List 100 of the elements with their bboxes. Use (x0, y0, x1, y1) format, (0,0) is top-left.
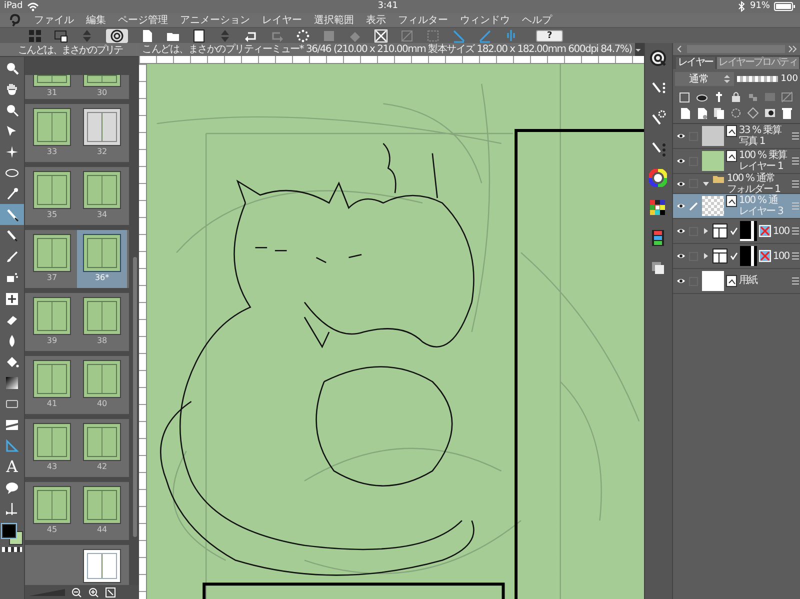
color-wheel-icon[interactable] (649, 169, 668, 187)
layer-row[interactable]: 33 % 乗算 写真 1 (672, 124, 800, 149)
page-thumbnail[interactable] (33, 75, 72, 87)
page-thumbnail[interactable] (83, 360, 122, 398)
transform-icon[interactable] (374, 28, 388, 42)
dotted-circle-icon[interactable] (296, 28, 310, 42)
menu-icon[interactable] (792, 157, 799, 165)
page-thumbnail[interactable] (83, 423, 122, 461)
panel-tab[interactable]: レイヤープロパティ (716, 57, 799, 69)
scrollbar[interactable] (133, 257, 138, 537)
diamond-icon[interactable] (746, 107, 759, 119)
blend-mode-select[interactable]: 通常 (674, 72, 734, 86)
triangle-ruler-icon[interactable] (5, 438, 19, 452)
book-icon[interactable] (192, 28, 206, 42)
dotted-circle-icon[interactable] (730, 107, 742, 119)
menu-icon[interactable] (792, 227, 799, 235)
menu-icon[interactable] (792, 277, 799, 285)
pen-icon[interactable] (5, 208, 19, 222)
layer-row[interactable]: 100 % 乗算 レイヤー 1 (672, 149, 800, 174)
menu-icon[interactable] (792, 180, 799, 188)
duplicate-layer-icon[interactable] (712, 107, 725, 119)
pencil-icon[interactable] (5, 228, 19, 242)
menu-item[interactable]: レイヤー (262, 14, 302, 26)
layer-row[interactable]: 100 (672, 219, 800, 244)
menu-item[interactable]: フィルター (398, 14, 448, 26)
sparkle-icon[interactable] (5, 144, 19, 158)
check-icon (730, 227, 738, 235)
menu-item[interactable]: 選択範囲 (314, 14, 354, 26)
page-thumbnail[interactable] (83, 549, 122, 583)
layer-row[interactable]: 100 (672, 244, 800, 269)
trash-icon[interactable] (780, 107, 793, 119)
mask-layer-icon[interactable] (764, 107, 776, 119)
color-swatch[interactable] (2, 524, 16, 538)
help-button[interactable]: ? (536, 30, 564, 42)
layer-color-icon[interactable] (678, 91, 691, 103)
device-name: iPad (4, 0, 23, 13)
layer-row[interactable]: 100 % 通常 フォルダー 1 (672, 174, 800, 194)
chevron-icon[interactable] (676, 45, 684, 53)
page-thumbnail[interactable] (33, 423, 72, 461)
page-thumbnail[interactable] (33, 360, 72, 398)
menu-item[interactable]: ページ管理 (118, 14, 168, 26)
page-thumbnail[interactable] (83, 75, 122, 87)
page-thumbnail[interactable] (83, 171, 122, 209)
collapsed-caret-icon[interactable] (702, 227, 710, 235)
menu-icon[interactable] (792, 252, 799, 260)
menu-item[interactable]: ヘルプ (522, 14, 552, 26)
monitor-icon[interactable] (54, 28, 68, 42)
check-icon (730, 252, 738, 260)
search-icon[interactable] (649, 49, 668, 67)
menu-item[interactable]: ウィンドウ (460, 14, 510, 26)
eyedropper-icon[interactable] (5, 186, 19, 200)
layer-row[interactable]: 用紙 (672, 269, 800, 294)
page-thumbnail[interactable] (83, 297, 122, 335)
page-thumbnail[interactable] (83, 108, 122, 146)
decoration-icon[interactable] (5, 292, 19, 306)
double-chevron-icon[interactable] (788, 45, 797, 53)
expanded-caret-icon[interactable] (702, 180, 710, 188)
page-thumbnail[interactable] (33, 171, 72, 209)
hand-icon[interactable] (5, 82, 19, 96)
gradient-icon[interactable] (5, 376, 19, 390)
stripes-icon[interactable] (5, 418, 19, 432)
opacity-slider[interactable] (736, 76, 778, 82)
frame-layer-icon (712, 248, 728, 264)
layer-row[interactable]: 100 % 通 レイヤー 3 (672, 194, 800, 219)
menu-item[interactable]: ファイル (34, 14, 74, 26)
page-thumbnail[interactable] (33, 108, 72, 146)
layer-thumbnail (702, 196, 724, 216)
new-layer-icon[interactable] (678, 107, 691, 119)
menu-item[interactable]: アニメーション (180, 14, 250, 26)
menu-icon[interactable] (792, 132, 799, 140)
menu-item[interactable]: 編集 (86, 14, 106, 26)
page-number: 42 (96, 461, 108, 472)
zoom-out-icon[interactable] (71, 586, 82, 598)
collapsed-caret-icon[interactable] (702, 252, 710, 260)
page-thumbnail[interactable] (83, 486, 122, 524)
transparent-swatch[interactable] (2, 547, 22, 552)
layer-name: 用紙 (738, 275, 758, 286)
magnifier-icon[interactable] (5, 102, 19, 116)
zoom-in-icon[interactable] (88, 586, 99, 598)
color-palette-icon[interactable] (649, 199, 668, 217)
lock-icon[interactable] (730, 91, 742, 103)
new-layer-icon[interactable] (696, 107, 708, 119)
grid-icon[interactable] (28, 28, 42, 42)
page-list-tab[interactable]: こんどは、まさかのプリテ (0, 43, 140, 57)
page-thumbnail[interactable] (33, 297, 72, 335)
zoom-icon[interactable] (5, 60, 19, 74)
brush-icon[interactable] (5, 250, 19, 264)
text-tool-button[interactable]: A (6, 458, 18, 476)
airbrush-icon[interactable] (5, 270, 19, 284)
line-tool-icon[interactable] (5, 502, 19, 516)
bucket-icon[interactable] (5, 354, 19, 368)
page-thumbnail[interactable] (83, 234, 122, 272)
page-number: 39 (46, 335, 58, 346)
page-thumbnail[interactable] (33, 234, 72, 272)
panel-tab[interactable]: レイヤー (676, 57, 715, 69)
menu-item[interactable]: 表示 (366, 14, 386, 26)
clip-icon[interactable] (746, 91, 759, 103)
speech-bubble-icon[interactable] (5, 480, 19, 494)
fit-icon[interactable] (105, 586, 116, 598)
page-thumbnail[interactable] (33, 486, 72, 524)
